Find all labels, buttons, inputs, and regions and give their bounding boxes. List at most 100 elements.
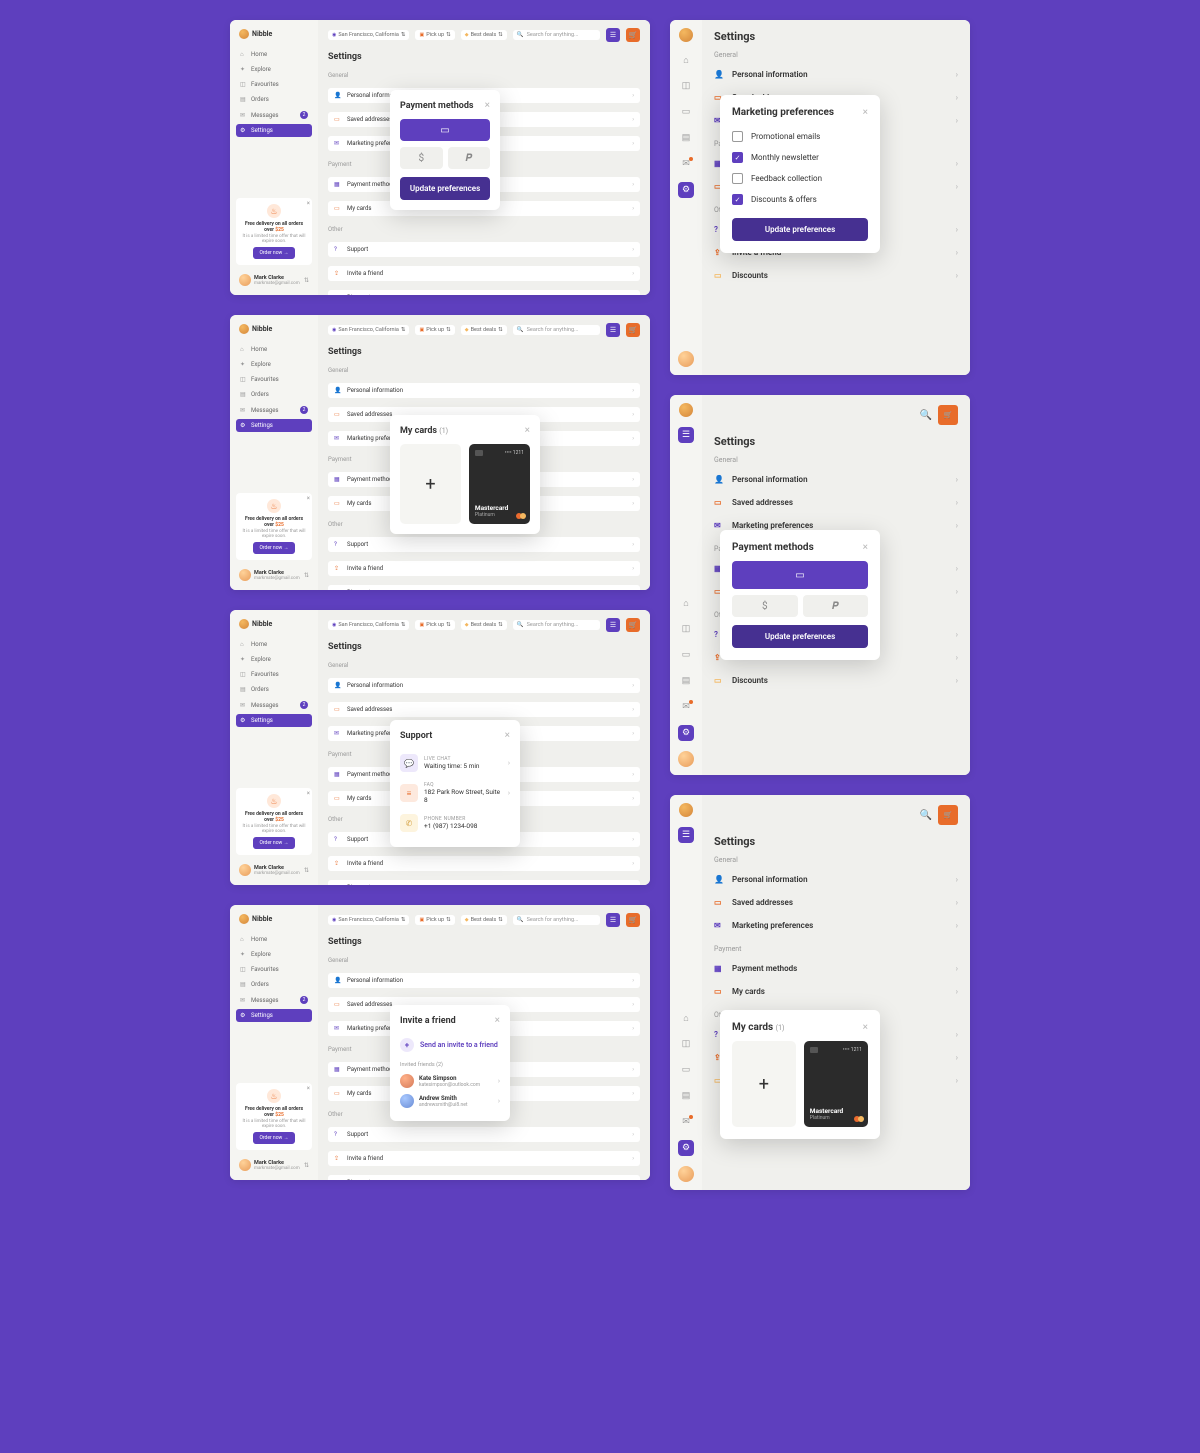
promo-order-button[interactable]: Order now →: [253, 837, 294, 849]
nav-settings[interactable]: ⚙: [678, 182, 694, 198]
deals-chip[interactable]: ◆Best deals⇅: [461, 325, 507, 335]
close-icon[interactable]: ×: [505, 730, 510, 741]
row-invite[interactable]: ⇪Invite a friend›: [328, 561, 640, 576]
support-faq[interactable]: ≡FAQ182 Park Row Street, Suite 8›: [400, 777, 510, 809]
nav-orders[interactable]: ▤: [678, 1088, 694, 1104]
row-invite[interactable]: ⇪Invite a friend›: [328, 856, 640, 871]
filter-button[interactable]: ☰: [606, 28, 620, 42]
brand[interactable]: Nibble: [236, 26, 312, 42]
filter-button[interactable]: ☰: [606, 618, 620, 632]
promo-order-button[interactable]: Order now →: [253, 247, 294, 259]
nav-home[interactable]: ⌂: [678, 52, 694, 68]
menu-button[interactable]: ☰: [678, 827, 694, 843]
promo-order-button[interactable]: Order now →: [253, 542, 294, 554]
user-menu[interactable]: Mark Clarkemarkmate@gmail.com⇅: [236, 1156, 312, 1174]
row-discounts[interactable]: ▭Discounts›: [328, 880, 640, 885]
nav-explore[interactable]: ◫: [678, 1036, 694, 1052]
nav-settings[interactable]: ⚙: [678, 1140, 694, 1156]
row-discounts[interactable]: ▭Discounts›: [328, 1175, 640, 1180]
row-support[interactable]: ?Support›: [328, 1127, 640, 1142]
payment-paypal-option[interactable]: 𝑷: [448, 147, 491, 169]
payment-cash-option[interactable]: $: [400, 147, 443, 169]
nav-settings[interactable]: ⚙Settings: [236, 1009, 312, 1022]
nav-favourites[interactable]: ◫Favourites: [236, 373, 312, 386]
nav-settings[interactable]: ⚙Settings: [236, 419, 312, 432]
row-saved-addresses[interactable]: ▭Saved addresses›: [714, 491, 958, 514]
nav-settings[interactable]: ⚙Settings: [236, 714, 312, 727]
location-chip[interactable]: ◉San Francisco, California⇅: [328, 915, 409, 925]
nav-messages[interactable]: ✉Messages2: [236, 993, 312, 1007]
nav-orders[interactable]: ▤Orders: [236, 978, 312, 991]
search-input[interactable]: 🔍Search for anything...: [513, 915, 600, 925]
pickup-chip[interactable]: ▣Pick up⇅: [415, 620, 454, 630]
update-preferences-button[interactable]: Update preferences: [732, 625, 868, 648]
checkbox-checked[interactable]: ✓: [732, 152, 743, 163]
search-input[interactable]: 🔍Search for anything...: [513, 325, 600, 335]
deals-chip[interactable]: ◆Best deals⇅: [461, 30, 507, 40]
filter-button[interactable]: ☰: [606, 913, 620, 927]
search-button[interactable]: 🔍: [920, 810, 932, 821]
deals-chip[interactable]: ◆Best deals⇅: [461, 620, 507, 630]
location-chip[interactable]: ◉San Francisco, California⇅: [328, 30, 409, 40]
saved-card[interactable]: •••• 1211MastercardPlatinum: [469, 444, 530, 524]
promo-close-icon[interactable]: ×: [307, 495, 310, 502]
filter-button[interactable]: ☰: [606, 323, 620, 337]
pickup-chip[interactable]: ▣Pick up⇅: [415, 30, 454, 40]
nav-orders[interactable]: ▤Orders: [236, 388, 312, 401]
row-personal-info[interactable]: 👤Personal information›: [714, 63, 958, 86]
nav-home[interactable]: ⌂: [678, 595, 694, 611]
checkbox-checked[interactable]: ✓: [732, 194, 743, 205]
send-invite-button[interactable]: +Send an invite to a friend: [400, 1034, 500, 1056]
brand[interactable]: Nibble: [236, 616, 312, 632]
cart-button[interactable]: 🛒: [626, 618, 640, 632]
checkbox[interactable]: [732, 173, 743, 184]
brand-icon[interactable]: [679, 28, 693, 42]
invited-friend[interactable]: Kate Simpsonkatesimpson@outlook.com›: [400, 1071, 500, 1091]
avatar[interactable]: [678, 351, 694, 367]
nav-favourites[interactable]: ◫Favourites: [236, 668, 312, 681]
nav-orders[interactable]: ▤Orders: [236, 683, 312, 696]
row-personal-info[interactable]: 👤Personal information›: [714, 868, 958, 891]
row-discounts[interactable]: ▭Discounts›: [714, 264, 958, 287]
close-icon[interactable]: ×: [863, 1022, 868, 1033]
add-card-button[interactable]: +: [732, 1041, 796, 1127]
nav-favourites[interactable]: ▭: [678, 647, 694, 663]
promo-order-button[interactable]: Order now →: [253, 1132, 294, 1144]
pref-monthly-newsletter[interactable]: ✓Monthly newsletter: [732, 147, 868, 168]
nav-settings[interactable]: ⚙Settings: [236, 124, 312, 137]
search-input[interactable]: 🔍Search for anything...: [513, 620, 600, 630]
support-live-chat[interactable]: 💬LIVE CHATWaiting time: 5 min›: [400, 749, 510, 777]
nav-home[interactable]: ⌂Home: [236, 933, 312, 946]
nav-favourites[interactable]: ▭: [678, 1062, 694, 1078]
close-icon[interactable]: ×: [863, 107, 868, 118]
promo-close-icon[interactable]: ×: [307, 200, 310, 207]
saved-card[interactable]: •••• 1211MastercardPlatinum: [804, 1041, 868, 1127]
cart-button[interactable]: 🛒: [626, 913, 640, 927]
avatar[interactable]: [678, 1166, 694, 1182]
brand[interactable]: Nibble: [236, 321, 312, 337]
payment-cash-option[interactable]: $: [732, 595, 798, 617]
add-card-button[interactable]: +: [400, 444, 461, 524]
location-chip[interactable]: ◉San Francisco, California⇅: [328, 325, 409, 335]
nav-home[interactable]: ⌂: [678, 1010, 694, 1026]
payment-paypal-option[interactable]: 𝑷: [803, 595, 869, 617]
pref-discounts-offers[interactable]: ✓Discounts & offers: [732, 189, 868, 210]
search-input[interactable]: 🔍Search for anything...: [513, 30, 600, 40]
cart-button[interactable]: 🛒: [938, 405, 958, 425]
nav-explore[interactable]: ◫: [678, 78, 694, 94]
nav-home[interactable]: ⌂Home: [236, 343, 312, 356]
nav-orders[interactable]: ▤: [678, 673, 694, 689]
row-marketing[interactable]: ✉Marketing preferences›: [714, 914, 958, 937]
invited-friend[interactable]: Andrew Smithandrewsmith@ui8.net›: [400, 1091, 500, 1111]
user-menu[interactable]: Mark Clarkemarkmate@gmail.com⇅: [236, 271, 312, 289]
payment-card-option[interactable]: ▭: [400, 119, 490, 141]
nav-home[interactable]: ⌂Home: [236, 638, 312, 651]
nav-messages[interactable]: ✉: [678, 699, 694, 715]
row-my-cards[interactable]: ▭My cards›: [714, 980, 958, 1003]
close-icon[interactable]: ×: [495, 1015, 500, 1026]
pickup-chip[interactable]: ▣Pick up⇅: [415, 915, 454, 925]
cart-button[interactable]: 🛒: [626, 323, 640, 337]
search-button[interactable]: 🔍: [920, 410, 932, 421]
row-saved-addresses[interactable]: ▭Saved addresses›: [328, 702, 640, 717]
row-personal-info[interactable]: 👤Personal information›: [328, 973, 640, 988]
